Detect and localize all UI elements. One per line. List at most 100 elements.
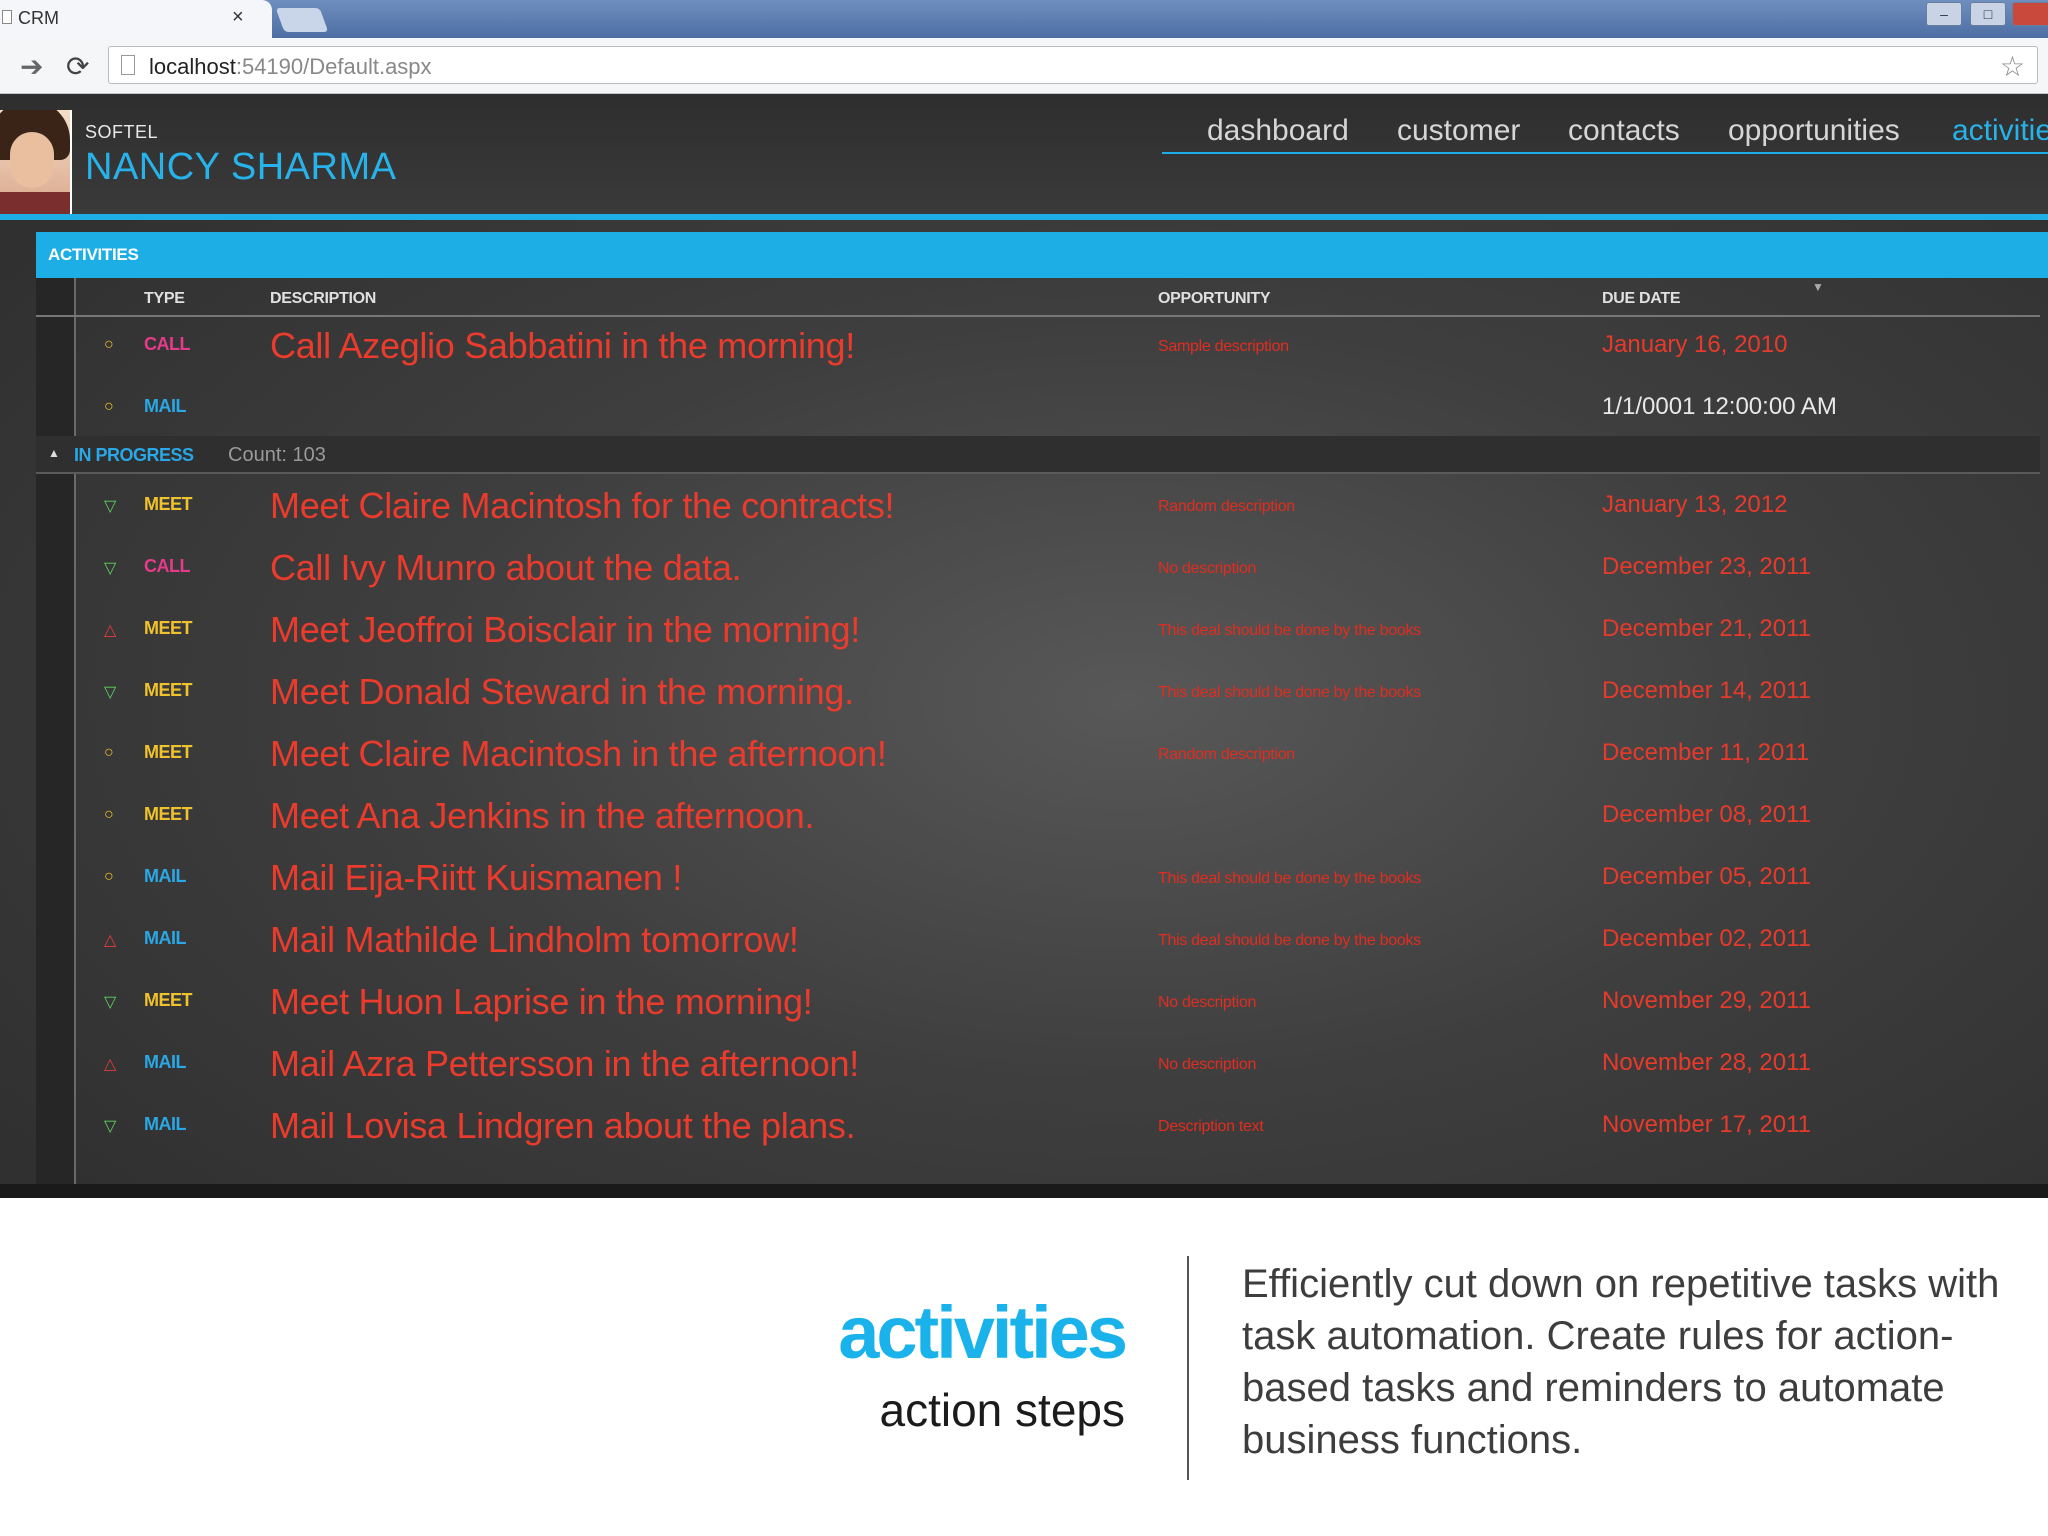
activity-type: MAIL xyxy=(144,928,187,948)
activity-description: Mail Eija-Riitt Kuismanen ! xyxy=(270,857,683,898)
status-normal-icon: ○ xyxy=(104,744,114,761)
table-row[interactable]: △ MAIL Mail Mathilde Lindholm tomorrow! … xyxy=(0,910,2048,972)
activity-description: Mail Azra Pettersson in the afternoon! xyxy=(270,1043,859,1084)
activity-type: CALL xyxy=(144,556,191,576)
activity-type: MAIL xyxy=(144,396,187,416)
page-icon xyxy=(2,10,12,24)
nav-customer[interactable]: customer xyxy=(1397,114,1520,148)
activity-opportunity: No description xyxy=(1158,994,1257,1011)
activity-due-date: December 14, 2011 xyxy=(1602,677,1812,704)
url-host: localhost xyxy=(149,54,236,79)
app-header: SOFTEL NANCY SHARMA dashboard customer c… xyxy=(0,94,2048,220)
table-row[interactable]: ○ CALL Call Azeglio Sabbatini in the mor… xyxy=(0,316,2048,378)
nav-dashboard[interactable]: dashboard xyxy=(1207,114,1349,148)
forward-arrow-icon[interactable]: ➔ xyxy=(20,50,43,83)
collapse-caret-icon[interactable]: ▲ xyxy=(48,446,60,460)
table-row[interactable]: ▽ MEET Meet Donald Steward in the mornin… xyxy=(0,662,2048,724)
sort-descending-icon: ▼ xyxy=(1812,280,1824,294)
nav-contacts[interactable]: contacts xyxy=(1568,114,1680,148)
activity-description: Mail Mathilde Lindholm tomorrow! xyxy=(270,919,799,960)
table-row[interactable]: ○ MAIL Mail Eija-Riitt Kuismanen ! This … xyxy=(0,848,2048,910)
main-nav: dashboard customer contacts opportunitie… xyxy=(1162,114,2048,154)
activity-due-date: December 08, 2011 xyxy=(1602,801,1812,828)
column-header-type[interactable]: TYPE xyxy=(144,290,185,308)
page-icon xyxy=(121,55,135,75)
status-low-icon: ▽ xyxy=(104,994,117,1011)
table-row[interactable]: ○ MEET Meet Ana Jenkins in the afternoon… xyxy=(0,786,2048,848)
table-row[interactable]: ○ MAIL 1/1/0001 12:00:00 AM xyxy=(0,378,2048,440)
activity-description: Meet Claire Macintosh in the afternoon! xyxy=(270,733,887,774)
table-row[interactable]: ▽ CALL Call Ivy Munro about the data. No… xyxy=(0,538,2048,600)
status-high-icon: △ xyxy=(104,622,117,639)
minimize-button[interactable]: – xyxy=(1926,2,1962,26)
status-low-icon: ▽ xyxy=(104,498,117,515)
activity-description: Call Ivy Munro about the data. xyxy=(270,547,742,588)
activity-description: Meet Claire Macintosh for the contracts! xyxy=(270,485,895,526)
table-row[interactable]: ▽ MEET Meet Claire Macintosh for the con… xyxy=(0,476,2048,538)
activity-type: MAIL xyxy=(144,1114,187,1134)
browser-tab[interactable]: CRM × xyxy=(0,0,272,38)
tab-bar: CRM × – □ xyxy=(0,0,2048,38)
status-normal-icon: ○ xyxy=(104,336,114,353)
grid-title: ACTIVITIES xyxy=(48,245,139,264)
activity-type: MEET xyxy=(144,680,193,700)
activity-description: Mail Lovisa Lindgren about the plans. xyxy=(270,1105,856,1146)
caption-subtitle: action steps xyxy=(879,1384,1125,1436)
new-tab-button[interactable] xyxy=(275,8,329,32)
activity-due-date: January 13, 2012 xyxy=(1602,491,1788,518)
activity-opportunity: This deal should be done by the books xyxy=(1158,870,1421,887)
activity-opportunity: Random description xyxy=(1158,498,1295,515)
column-header-opportunity[interactable]: OPPORTUNITY xyxy=(1158,290,1271,308)
table-row[interactable]: △ MAIL Mail Azra Pettersson in the after… xyxy=(0,1034,2048,1096)
activity-opportunity: This deal should be done by the books xyxy=(1158,932,1421,949)
table-row[interactable]: ▽ MEET Meet Huon Laprise in the morning!… xyxy=(0,972,2048,1034)
activity-description: Meet Huon Laprise in the morning! xyxy=(270,981,813,1022)
avatar xyxy=(0,110,72,214)
activity-due-date: December 23, 2011 xyxy=(1602,553,1812,580)
caption-divider xyxy=(1187,1256,1189,1480)
column-header-description[interactable]: DESCRIPTION xyxy=(270,290,376,308)
reload-icon[interactable]: ⟳ xyxy=(66,50,89,83)
activity-type: MAIL xyxy=(144,866,187,886)
activity-due-date: December 21, 2011 xyxy=(1602,615,1812,642)
activity-description: Meet Jeoffroi Boisclair in the morning! xyxy=(270,609,860,650)
activity-opportunity: Sample description xyxy=(1158,338,1289,355)
close-window-button[interactable] xyxy=(2012,2,2048,26)
table-row[interactable]: △ MEET Meet Jeoffroi Boisclair in the mo… xyxy=(0,600,2048,662)
group-header-in-progress[interactable]: ▲ IN PROGRESS Count: 103 xyxy=(36,436,2040,474)
status-high-icon: △ xyxy=(104,932,117,949)
user-name: NANCY SHARMA xyxy=(85,146,397,188)
activity-type: MEET xyxy=(144,618,193,638)
activity-opportunity: No description xyxy=(1158,1056,1257,1073)
column-header-due-date[interactable]: DUE DATE xyxy=(1602,290,1681,308)
url-path: :54190/Default.aspx xyxy=(235,54,432,79)
caption-body: Efficiently cut down on repetitive tasks… xyxy=(1242,1262,2000,1462)
activity-type: MEET xyxy=(144,990,193,1010)
status-normal-icon: ○ xyxy=(104,806,114,823)
activity-due-date: December 02, 2011 xyxy=(1602,925,1812,952)
activity-due-date: 1/1/0001 12:00:00 AM xyxy=(1602,393,1837,420)
activity-type: MEET xyxy=(144,804,193,824)
url-input[interactable]: localhost:54190/Default.aspx ☆ xyxy=(108,46,2038,84)
tab-close-icon[interactable]: × xyxy=(232,6,244,29)
activity-opportunity: This deal should be done by the books xyxy=(1158,622,1421,639)
activity-description: Meet Ana Jenkins in the afternoon. xyxy=(270,795,815,836)
maximize-button[interactable]: □ xyxy=(1970,2,2006,26)
bookmark-star-icon[interactable]: ☆ xyxy=(2000,50,2025,83)
activity-opportunity: Description text xyxy=(1158,1118,1264,1135)
status-low-icon: ▽ xyxy=(104,684,117,701)
status-high-icon: △ xyxy=(104,1056,117,1073)
window-bottom-edge xyxy=(0,1184,2048,1198)
activity-due-date: January 16, 2010 xyxy=(1602,331,1788,358)
browser-window: CRM × – □ ➔ ⟳ localhost:54190/Default.as… xyxy=(0,0,2048,1198)
activity-due-date: November 29, 2011 xyxy=(1602,987,1812,1014)
table-row[interactable]: ○ MEET Meet Claire Macintosh in the afte… xyxy=(0,724,2048,786)
activity-due-date: December 11, 2011 xyxy=(1602,739,1810,766)
table-row[interactable]: ▽ MAIL Mail Lovisa Lindgren about the pl… xyxy=(0,1096,2048,1158)
activity-opportunity: This deal should be done by the books xyxy=(1158,684,1421,701)
tab-title: CRM xyxy=(18,8,59,28)
nav-activities[interactable]: activitie xyxy=(1952,114,2048,148)
status-normal-icon: ○ xyxy=(104,398,114,415)
grid-title-bar: ACTIVITIES xyxy=(36,232,2048,278)
nav-opportunities[interactable]: opportunities xyxy=(1728,114,1900,148)
